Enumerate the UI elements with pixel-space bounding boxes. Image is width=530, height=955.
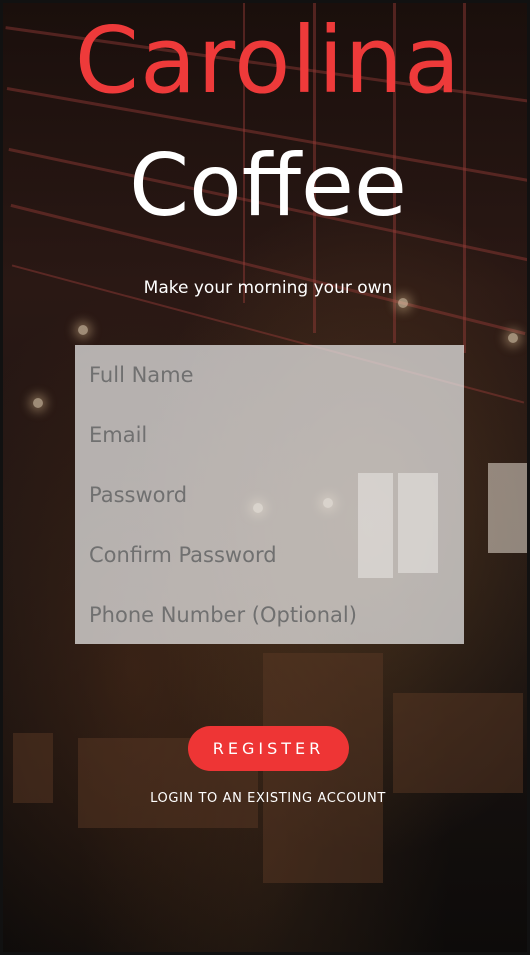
confirm-password-input[interactable] (75, 525, 464, 585)
register-screen: Carolina Coffee Make your morning your o… (0, 0, 530, 955)
brand-title-carolina: Carolina (74, 7, 462, 114)
registration-form (75, 345, 464, 645)
phone-number-input[interactable] (75, 585, 464, 645)
login-existing-account-link[interactable]: LOGIN TO AN EXISTING ACCOUNT (3, 791, 527, 806)
full-name-input[interactable] (75, 345, 464, 405)
password-input[interactable] (75, 465, 464, 525)
register-button[interactable]: REGISTER (188, 726, 349, 771)
brand-title-coffee: Coffee (129, 136, 407, 236)
email-input[interactable] (75, 405, 464, 465)
tagline: Make your morning your own (143, 278, 393, 298)
